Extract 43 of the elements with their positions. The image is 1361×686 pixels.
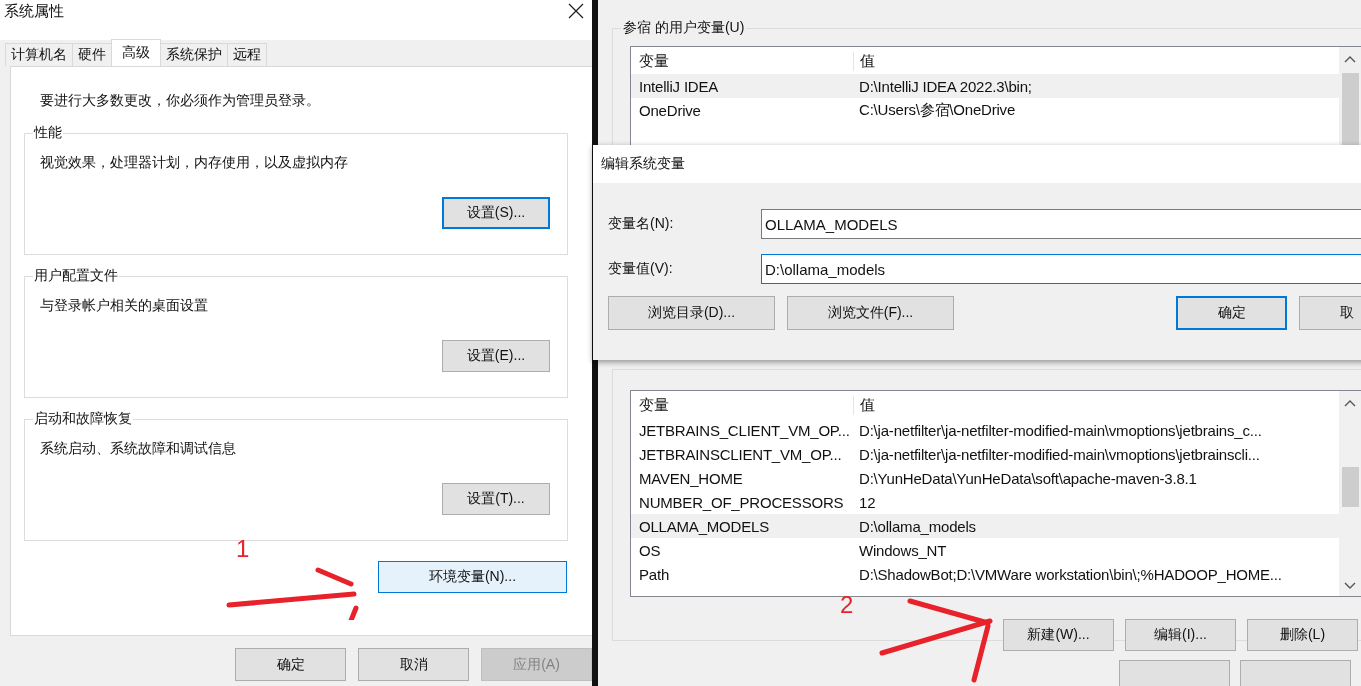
list-row[interactable]: OLLAMA_MODELS D:\ollama_models (631, 514, 1339, 538)
dialog-button[interactable]: 编辑(I)... (1125, 619, 1236, 651)
tab[interactable]: 高级 (111, 39, 161, 66)
list-row[interactable]: NUMBER_OF_PROCESSORS 12 (631, 490, 1339, 514)
dialog-button[interactable]: 环境变量(N)... (378, 561, 567, 593)
field-label: 变量值(V): (608, 260, 674, 278)
dialog-button[interactable]: 浏览文件(F)... (787, 296, 954, 330)
dialog-button[interactable]: 确定 (235, 648, 346, 681)
field-label: 变量名(N): (608, 215, 675, 233)
input-field[interactable]: OLLAMA_MODELS (761, 209, 1361, 239)
annotation-number: 1 (236, 535, 250, 563)
dialog-button[interactable]: 删除(L) (1247, 619, 1358, 651)
group-title: 参宿 的用户变量(U) (621, 19, 747, 37)
list-row[interactable]: MAVEN_HOME D:\YunHeData\YunHeData\soft\apache-maven-3.8.1 (631, 466, 1339, 490)
dialog-button[interactable]: 设置(E)... (442, 340, 550, 372)
input-field[interactable]: D:\ollama_models (761, 254, 1361, 284)
list-row[interactable]: OneDrive C:\Users\参宿\OneDrive (631, 98, 1339, 122)
group-title: 性能 (33, 124, 63, 142)
dialog-button[interactable]: 设置(S)... (442, 197, 550, 229)
dialog-button[interactable]: 新建(W)... (1003, 619, 1114, 651)
group-title: 用户配置文件 (33, 267, 119, 285)
dialog-button[interactable]: 取消 (358, 648, 469, 681)
column-header[interactable]: 变量 (631, 395, 853, 415)
group-description: 视觉效果，处理器计划，内存使用，以及虚拟内存 (40, 154, 349, 172)
list-row[interactable]: IntelliJ IDEA D:\IntelliJ IDEA 2022.3\bin; (631, 74, 1339, 98)
tab[interactable]: 计算机名 (5, 43, 73, 66)
dialog-button[interactable]: 确定 (1176, 296, 1287, 330)
dialog-button[interactable]: 取 (1299, 296, 1361, 330)
dialog-button[interactable]: 设置(T)... (442, 483, 550, 515)
tab[interactable]: 远程 (227, 43, 267, 66)
window-title: 编辑系统变量 (601, 155, 685, 173)
list-row[interactable]: Path D:\ShadowBot;D:\VMWare workstation\bin\;%HADOOP_HOME... (631, 562, 1339, 586)
window-title: 系统属性 (4, 2, 64, 21)
column-header[interactable]: 变量 (631, 51, 853, 71)
dialog-button[interactable]: 浏览目录(D)... (608, 296, 775, 330)
notice-text: 要进行大多数更改，你必须作为管理员登录。 (39, 91, 320, 109)
annotation-number: 2 (840, 591, 854, 619)
list-row[interactable]: JETBRAINS_CLIENT_VM_OP... D:\ja-netfilter\ja-netfilter-modified-main\vmoptions\jetbrains_c... (631, 418, 1339, 442)
group-title: 启动和故障恢复 (33, 410, 133, 428)
group-description: 与登录帐户相关的桌面设置 (40, 297, 209, 315)
list-row[interactable]: OS Windows_NT (631, 538, 1339, 562)
group-description: 系统启动、系统故障和调试信息 (40, 440, 237, 458)
list-row[interactable]: JETBRAINSCLIENT_VM_OP... D:\ja-netfilter\ja-netfilter-modified-main\vmoptions\jetbrainscli... (631, 442, 1339, 466)
